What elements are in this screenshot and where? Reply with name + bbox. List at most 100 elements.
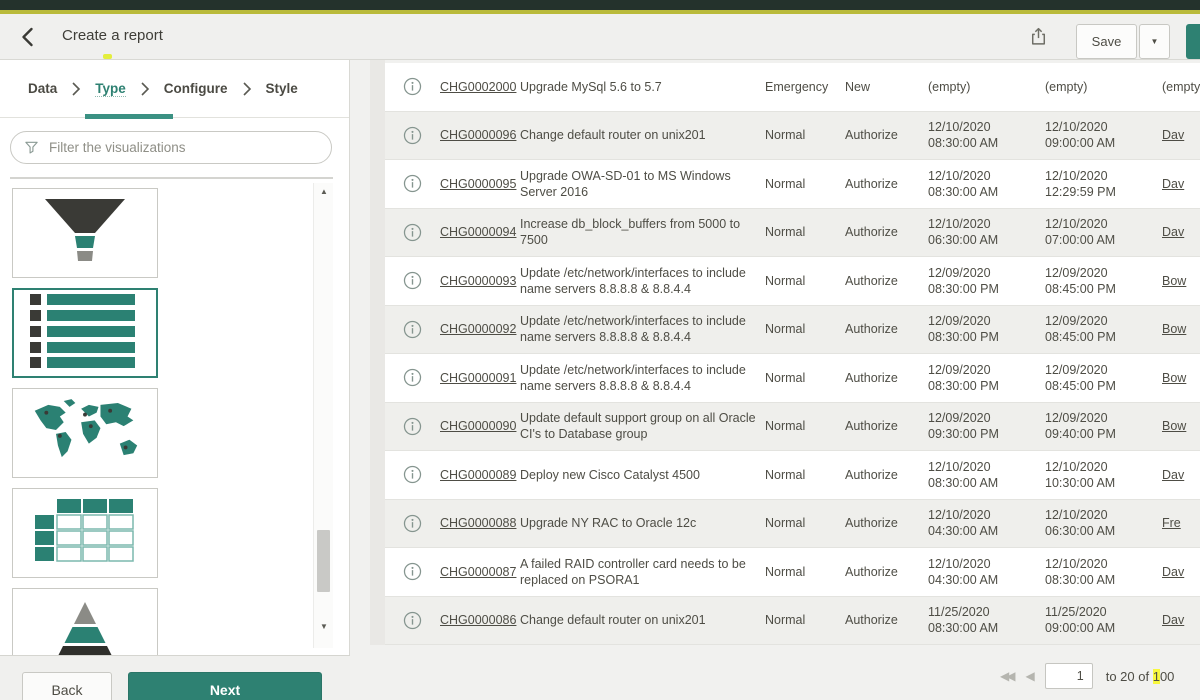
viz-thumb-funnel-chart[interactable] xyxy=(12,188,158,278)
first-page-button[interactable]: ◀◀ xyxy=(1000,669,1012,683)
planned-end-cell: 12/10/2020 07:00:00 AM xyxy=(1045,216,1162,249)
info-icon[interactable] xyxy=(403,320,422,339)
wizard-back-button[interactable]: Back xyxy=(22,672,112,700)
table-row: CHG0002000 Upgrade MySql 5.6 to 5.7 Emer… xyxy=(385,63,1200,112)
assignee-link[interactable]: Bow xyxy=(1162,371,1186,385)
assignee-link[interactable]: Fre xyxy=(1162,516,1181,530)
viz-list-scrollbar[interactable]: ▲ ▼ xyxy=(313,183,333,648)
step-configure[interactable]: Configure xyxy=(164,81,228,96)
viz-filter xyxy=(10,131,332,164)
info-icon[interactable] xyxy=(403,611,422,630)
table-row: CHG0000091 Update /etc/network/interface… xyxy=(385,354,1200,403)
assignee-link[interactable]: (empty) xyxy=(1162,80,1200,94)
table-row: CHG0000092 Update /etc/network/interface… xyxy=(385,306,1200,355)
funnel-chart-icon xyxy=(29,195,141,272)
assignee-link[interactable]: Bow xyxy=(1162,322,1186,336)
planned-start-cell: 11/25/2020 08:30:00 AM xyxy=(928,604,1045,637)
planned-start-cell: 12/10/2020 04:30:00 AM xyxy=(928,556,1045,589)
assignee-link[interactable]: Dav xyxy=(1162,128,1184,142)
visualization-list: ▲ ▼ xyxy=(0,183,350,700)
list-pagination: ◀◀ ◀ to 20 of 100 xyxy=(1000,662,1174,690)
assignee-link[interactable]: Dav xyxy=(1162,225,1184,239)
save-button[interactable]: Save xyxy=(1076,24,1137,59)
priority-cell: Normal xyxy=(765,127,845,143)
info-icon[interactable] xyxy=(403,368,422,387)
pivot-table-icon xyxy=(35,498,135,569)
prev-page-button[interactable]: ◀ xyxy=(1025,669,1031,683)
assignee-link[interactable]: Dav xyxy=(1162,177,1184,191)
change-number-link[interactable]: CHG0000086 xyxy=(440,613,516,627)
state-cell: Authorize xyxy=(845,176,928,192)
scroll-down-arrow[interactable]: ▼ xyxy=(314,620,334,634)
info-icon[interactable] xyxy=(403,77,422,96)
planned-start-cell: 12/10/2020 08:30:00 AM xyxy=(928,459,1045,492)
info-icon[interactable] xyxy=(403,174,422,193)
change-number-link[interactable]: CHG0000095 xyxy=(440,177,516,191)
world-map-icon xyxy=(27,397,143,470)
chevron-right-icon xyxy=(242,81,252,97)
info-icon[interactable] xyxy=(403,417,422,436)
cursor-highlight-artifact xyxy=(103,54,112,59)
change-number-link[interactable]: CHG0000093 xyxy=(440,274,516,288)
assignee-link[interactable]: Bow xyxy=(1162,274,1186,288)
step-style[interactable]: Style xyxy=(266,81,298,96)
active-step-indicator xyxy=(85,114,173,119)
viz-filter-input[interactable] xyxy=(10,131,332,164)
assignee-link[interactable]: Dav xyxy=(1162,613,1184,627)
info-icon[interactable] xyxy=(403,126,422,145)
state-cell: Authorize xyxy=(845,127,928,143)
change-number-link[interactable]: CHG0000091 xyxy=(440,371,516,385)
change-number-link[interactable]: CHG0000088 xyxy=(440,516,516,530)
planned-end-cell: (empty) xyxy=(1045,79,1162,95)
short-description-cell: Increase db_block_buffers from 5000 to 7… xyxy=(520,216,765,249)
short-description-cell: Change default router on unix201 xyxy=(520,127,765,143)
info-icon[interactable] xyxy=(403,271,422,290)
change-number-link[interactable]: CHG0000087 xyxy=(440,565,516,579)
viz-thumb-pivot-table[interactable] xyxy=(12,488,158,578)
change-number-link[interactable]: CHG0000094 xyxy=(440,225,516,239)
table-row: CHG0000086 Change default router on unix… xyxy=(385,597,1200,646)
pagination-range-text: to 20 of 100 xyxy=(1106,669,1175,684)
short-description-cell: Deploy new Cisco Catalyst 4500 xyxy=(520,467,765,483)
short-description-cell: A failed RAID controller card needs to b… xyxy=(520,556,765,589)
change-number-link[interactable]: CHG0000096 xyxy=(440,128,516,142)
share-icon xyxy=(1028,35,1049,50)
info-icon[interactable] xyxy=(403,562,422,581)
assignee-link[interactable]: Dav xyxy=(1162,565,1184,579)
planned-end-cell: 11/25/2020 09:00:00 AM xyxy=(1045,604,1162,637)
change-number-link[interactable]: CHG0000090 xyxy=(440,419,516,433)
state-cell: Authorize xyxy=(845,273,928,289)
short-description-cell: Upgrade NY RAC to Oracle 12c xyxy=(520,515,765,531)
table-row: CHG0000090 Update default support group … xyxy=(385,403,1200,452)
priority-cell: Normal xyxy=(765,370,845,386)
info-icon[interactable] xyxy=(403,465,422,484)
viz-thumb-list[interactable] xyxy=(12,288,158,378)
assignee-link[interactable]: Bow xyxy=(1162,419,1186,433)
change-number-link[interactable]: CHG0002000 xyxy=(440,80,516,94)
change-number-link[interactable]: CHG0000089 xyxy=(440,468,516,482)
table-row: CHG0000096 Change default router on unix… xyxy=(385,112,1200,161)
change-number-link[interactable]: CHG0000092 xyxy=(440,322,516,336)
scrollbar-thumb[interactable] xyxy=(317,530,330,592)
planned-end-cell: 12/10/2020 06:30:00 AM xyxy=(1045,507,1162,540)
planned-end-cell: 12/09/2020 08:45:00 PM xyxy=(1045,313,1162,346)
step-data[interactable]: Data xyxy=(28,81,57,96)
viz-thumb-world-map[interactable] xyxy=(12,388,158,478)
state-cell: Authorize xyxy=(845,370,928,386)
info-icon[interactable] xyxy=(403,514,422,533)
page-number-input[interactable] xyxy=(1045,663,1093,689)
info-icon[interactable] xyxy=(403,223,422,242)
save-dropdown-button[interactable]: ▼ xyxy=(1139,24,1170,59)
wizard-footer: Back Next xyxy=(0,655,350,700)
assignee-link[interactable]: Dav xyxy=(1162,468,1184,482)
share-button[interactable] xyxy=(1024,25,1052,51)
short-description-cell: Update /etc/network/interfaces to includ… xyxy=(520,313,765,346)
step-type[interactable]: Type xyxy=(95,81,126,97)
scroll-up-arrow[interactable]: ▲ xyxy=(314,185,334,199)
state-cell: Authorize xyxy=(845,224,928,240)
back-button[interactable] xyxy=(16,25,42,51)
edge-teal-button[interactable] xyxy=(1186,24,1200,59)
top-dark-bar xyxy=(0,0,1200,10)
short-description-cell: Update /etc/network/interfaces to includ… xyxy=(520,362,765,395)
wizard-next-button[interactable]: Next xyxy=(128,672,322,700)
